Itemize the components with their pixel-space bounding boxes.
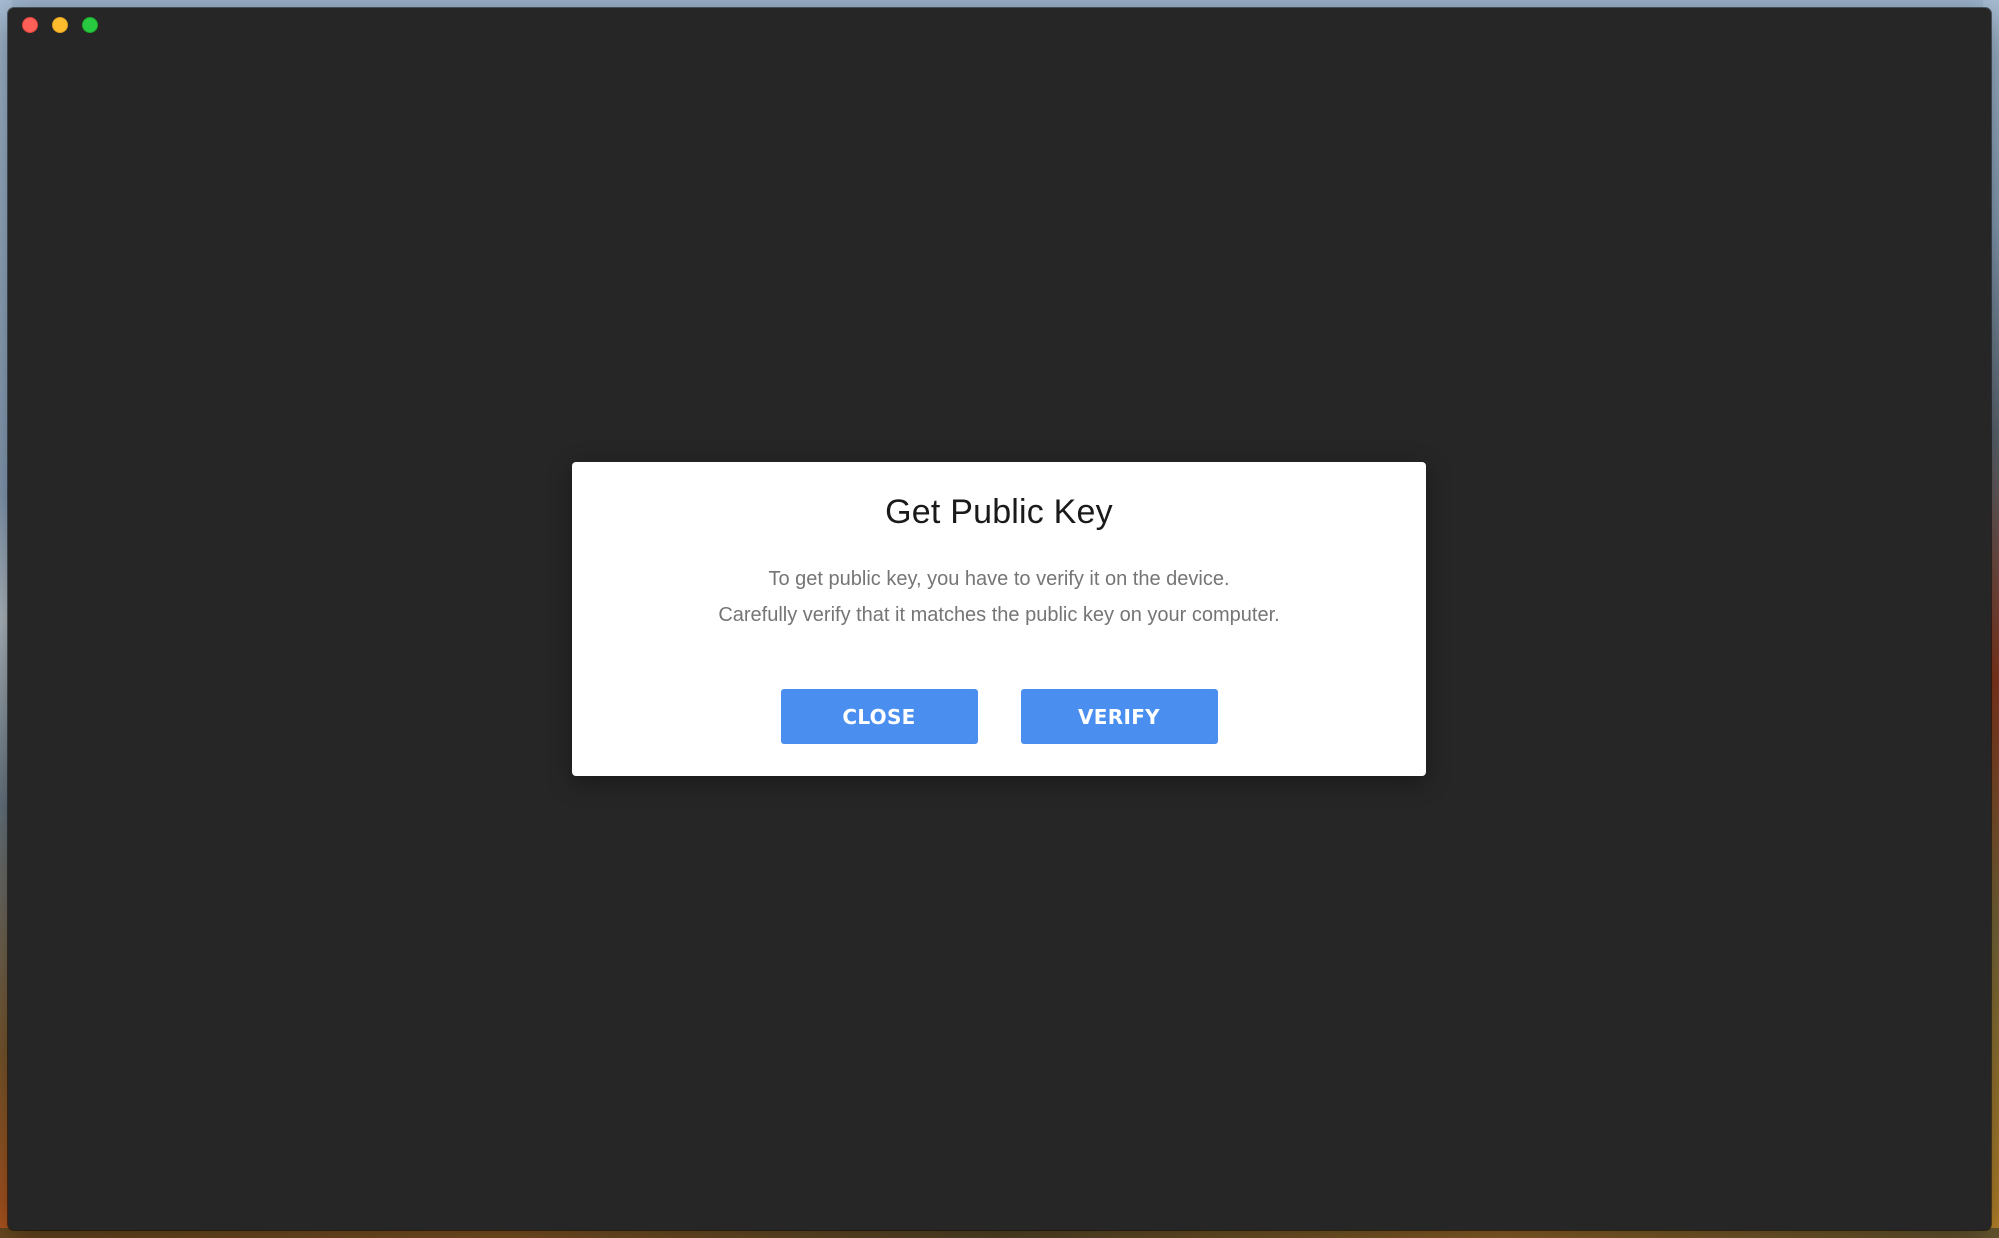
dialog-title: Get Public Key bbox=[885, 493, 1113, 531]
app-window: Get Public Key To get public key, you ha… bbox=[8, 8, 1991, 1230]
dialog-message-line-1: To get public key, you have to verify it… bbox=[768, 568, 1230, 590]
verify-button[interactable]: VERIFY bbox=[1020, 689, 1218, 744]
dialog-message: To get public key, you have to verify it… bbox=[572, 561, 1426, 633]
dialog-message-line-2: Carefully verify that it matches the pub… bbox=[718, 604, 1280, 626]
close-button[interactable]: CLOSE bbox=[780, 689, 978, 744]
get-public-key-dialog: Get Public Key To get public key, you ha… bbox=[572, 462, 1426, 776]
dialog-actions: CLOSE VERIFY bbox=[572, 689, 1426, 744]
